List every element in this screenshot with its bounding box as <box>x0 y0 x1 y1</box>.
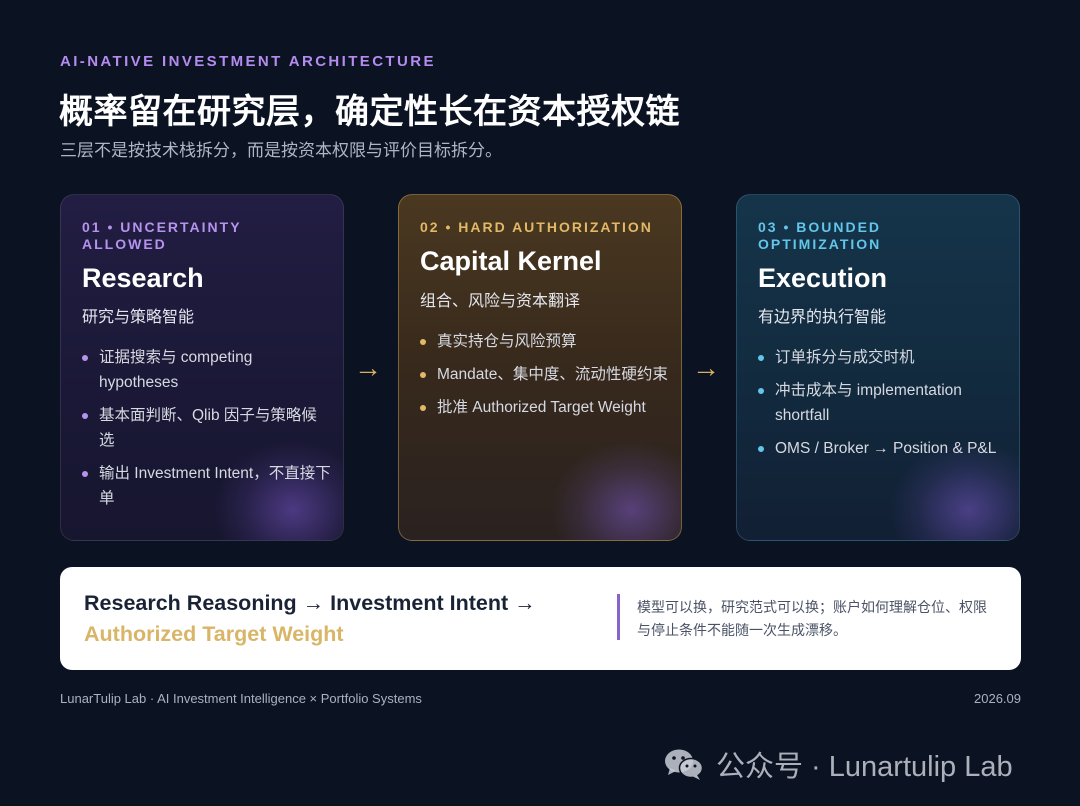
eyebrow-label: AI-NATIVE INVESTMENT ARCHITECTURE <box>60 53 436 70</box>
pipeline-formula: Research Reasoning → Investment Intent →… <box>84 588 584 650</box>
bullet-dot-icon <box>758 446 764 452</box>
list-item-text: 真实持仓与风险预算 <box>437 333 577 350</box>
layer-description: 研究与策略智能 <box>82 309 195 326</box>
card-glow <box>551 440 681 540</box>
layer-bullet-list: 订单拆分与成交时机 冲击成本与 implementation shortfall… <box>758 345 1008 469</box>
list-item: 证据搜索与 competing hypotheses <box>82 345 332 395</box>
accent-divider <box>617 594 620 640</box>
layer-name: Research <box>82 263 204 293</box>
capital-kernel-layer-card: 02 • HARD AUTHORIZATION Capital Kernel 组… <box>398 194 682 541</box>
watermark-text: 公众号 · Lunartulip Lab <box>716 751 1013 783</box>
flow-arrow-icon: → <box>692 352 720 383</box>
page-title: 概率留在研究层，确定性长在资本授权链 <box>59 93 680 131</box>
summary-panel: Research Reasoning → Investment Intent →… <box>60 567 1021 670</box>
flow-arrow-icon: → <box>354 352 382 383</box>
list-item-text: 订单拆分与成交时机 <box>775 349 915 366</box>
bullet-dot-icon <box>82 413 88 419</box>
layer-description: 有边界的执行智能 <box>758 309 887 326</box>
list-item: 真实持仓与风险预算 <box>420 329 670 354</box>
list-item-text: 输出 Investment Intent，不直接下单 <box>99 465 331 507</box>
summary-note: 模型可以换，研究范式可以换；账户如何理解仓位、权限与停止条件不能随一次生成漂移。 <box>637 599 987 638</box>
bullet-dot-icon <box>82 471 88 477</box>
bullet-dot-icon <box>420 339 426 345</box>
layer-bullet-list: 真实持仓与风险预算 Mandate、集中度、流动性硬约束 批准 Authoriz… <box>420 329 670 428</box>
list-item-text: 基本面判断、Qlib 因子与策略候选 <box>99 407 317 449</box>
bullet-dot-icon <box>420 372 426 378</box>
layer-tag: 02 • HARD AUTHORIZATION <box>420 219 653 235</box>
list-item-text: OMS / Broker → Position & P&L <box>775 440 997 457</box>
list-item-text: Mandate、集中度、流动性硬约束 <box>437 366 668 383</box>
list-item: OMS / Broker → Position & P&L <box>758 436 1008 461</box>
footer-date: 2026.09 <box>974 691 1021 706</box>
watermark: 公众号 · Lunartulip Lab <box>664 744 1013 784</box>
bullet-dot-icon <box>758 388 764 394</box>
list-item: 冲击成本与 implementation shortfall <box>758 378 1008 428</box>
list-item: Mandate、集中度、流动性硬约束 <box>420 362 670 387</box>
layer-description: 组合、风险与资本翻译 <box>420 293 581 310</box>
layer-name: Execution <box>758 263 888 293</box>
bullet-dot-icon <box>82 355 88 361</box>
layer-tag: 01 • UNCERTAINTY ALLOWED <box>82 219 242 252</box>
footer-credit: LunarTulip Lab · AI Investment Intellige… <box>60 691 422 706</box>
bullet-dot-icon <box>758 355 764 361</box>
layer-tag: 03 • BOUNDED OPTIMIZATION <box>758 219 882 252</box>
wechat-icon <box>665 749 704 780</box>
list-item: 基本面判断、Qlib 因子与策略候选 <box>82 403 332 453</box>
research-layer-card: 01 • UNCERTAINTY ALLOWED Research 研究与策略智… <box>60 194 344 541</box>
formula-highlight: Authorized Target Weight <box>84 622 344 646</box>
list-item: 订单拆分与成交时机 <box>758 345 1008 370</box>
list-item-text: 冲击成本与 implementation shortfall <box>775 382 962 424</box>
list-item: 输出 Investment Intent，不直接下单 <box>82 461 332 511</box>
execution-layer-card: 03 • BOUNDED OPTIMIZATION Execution 有边界的… <box>736 194 1020 541</box>
list-item: 批准 Authorized Target Weight <box>420 395 670 420</box>
bullet-dot-icon <box>420 405 426 411</box>
page-subtitle: 三层不是按技术栈拆分，而是按资本权限与评价目标拆分。 <box>60 141 502 160</box>
layer-bullet-list: 证据搜索与 competing hypotheses 基本面判断、Qlib 因子… <box>82 345 332 519</box>
list-item-text: 证据搜索与 competing hypotheses <box>99 349 253 391</box>
list-item-text: 批准 Authorized Target Weight <box>437 399 646 416</box>
layer-name: Capital Kernel <box>420 246 602 276</box>
formula-text: Research Reasoning → Investment Intent → <box>84 591 536 615</box>
